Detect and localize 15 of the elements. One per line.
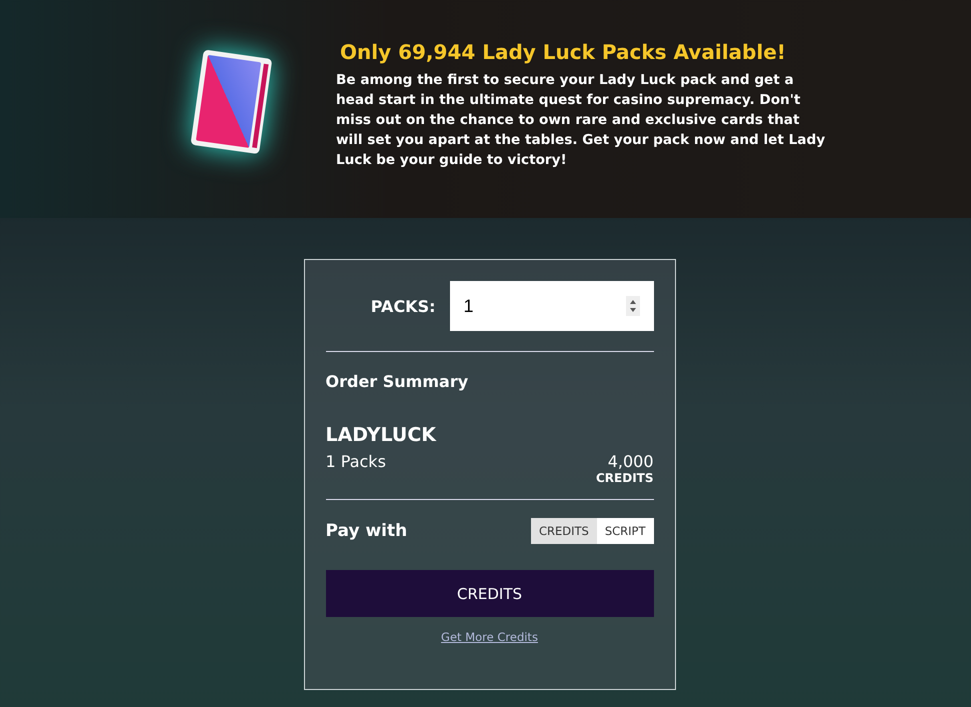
payment-option[interactable]: SCRIPT bbox=[596, 518, 654, 544]
product-name: LADYLUCK bbox=[326, 424, 438, 446]
price-unit: CREDITS bbox=[596, 471, 654, 485]
order-summary-title: Order Summary bbox=[326, 372, 470, 391]
submit-button[interactable]: CREDITS bbox=[326, 570, 654, 617]
price-value: 4,000 bbox=[608, 452, 654, 471]
packs-label: PACKS: bbox=[370, 296, 436, 316]
packs-input[interactable]: 1 bbox=[450, 281, 654, 331]
banner-title: Only 69,944 Lady Luck Packs Available! bbox=[340, 40, 787, 64]
spinner-icon[interactable] bbox=[626, 296, 640, 316]
payment-option[interactable]: CREDITS bbox=[530, 518, 597, 544]
pay-with-label: Pay with bbox=[326, 521, 408, 541]
quantity-text: 1 Packs bbox=[326, 452, 386, 473]
banner-description: Be among the first to secure your Lady Luck pack and get a head start in the ultimate quest for casino supremacy. Don't miss out on the chance to own rare and exclusive cards that will set you apart at the tables. Get your pack now and let Lady Luck be your guide to victory! bbox=[336, 71, 826, 170]
get-more-credits-link[interactable]: Get More Credits bbox=[441, 630, 538, 644]
